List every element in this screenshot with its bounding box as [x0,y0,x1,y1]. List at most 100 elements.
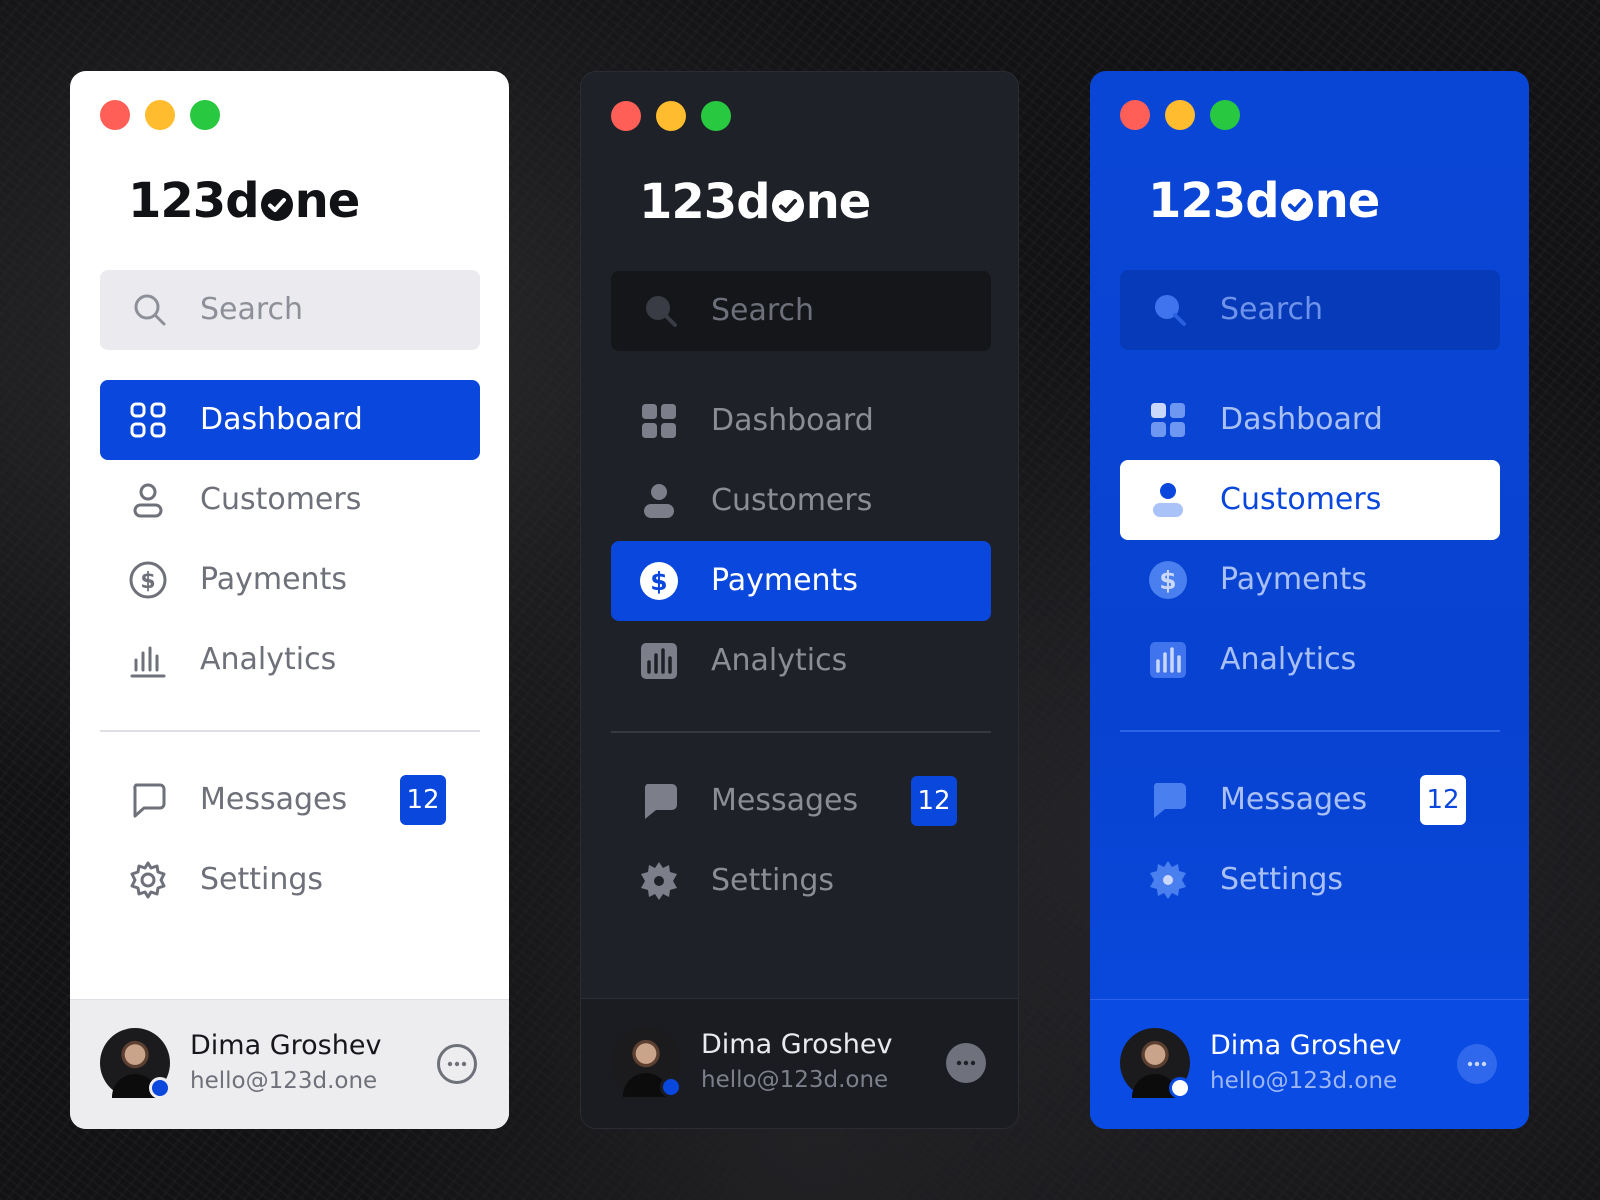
nav-label: Dashboard [711,403,874,438]
logo-check-icon [260,189,293,221]
nav-label: Analytics [711,643,848,678]
nav-item-settings[interactable]: Settings [1120,840,1500,920]
nav-item-analytics[interactable]: Analytics [100,620,480,700]
nav-label: Messages [200,782,348,817]
svg-text:$: $ [650,567,667,596]
nav-label: Customers [1220,482,1382,517]
dashboard-icon [1151,403,1185,437]
more-icon [447,1061,467,1067]
window-controls [1120,100,1240,130]
logo-prefix: 123d [1148,173,1280,229]
more-options-button[interactable] [437,1044,477,1084]
nav-item-payments[interactable]: $ Payments [611,541,991,621]
messages-icon [133,783,166,818]
more-options-button[interactable] [946,1043,986,1083]
minimize-window-button[interactable] [145,100,175,130]
close-window-button[interactable] [100,100,130,130]
sidebar-light: 123d ne Search Dashboard Customers $ Pay… [70,71,509,1129]
nav-item-dashboard[interactable]: Dashboard [100,380,480,460]
payments-icon: $ [1149,561,1187,599]
messages-icon [1153,783,1186,818]
dashboard-icon [130,402,166,438]
nav-item-payments[interactable]: $ Payments [100,540,480,620]
logo-prefix: 123d [639,174,771,230]
window-controls [611,101,731,131]
nav-label: Settings [711,863,835,898]
nav-label: Payments [1220,562,1367,597]
nav-item-customers[interactable]: Customers [100,460,480,540]
search-placeholder: Search [1220,292,1324,327]
nav-item-dashboard[interactable]: Dashboard [611,381,991,461]
nav-item-analytics[interactable]: Analytics [1120,620,1500,700]
nav-item-payments[interactable]: $ Payments [1120,540,1500,620]
nav-item-customers[interactable]: Customers [1120,460,1500,540]
online-status-dot [660,1076,682,1098]
user-email: hello@123d.one [1210,1068,1398,1094]
user-footer: Dima Groshev hello@123d.one [1090,999,1529,1129]
nav-label: Dashboard [1220,402,1383,437]
nav-item-customers[interactable]: Customers [611,461,991,541]
analytics-icon [641,643,677,679]
settings-icon [641,862,677,900]
more-icon [956,1060,976,1066]
customers-icon [1153,483,1183,517]
user-email: hello@123d.one [701,1067,889,1093]
nav-label: Messages [1220,782,1368,817]
customers-icon [644,484,674,518]
nav-item-dashboard[interactable]: Dashboard [1120,380,1500,460]
nav-label: Payments [711,563,858,598]
logo-suffix: ne [1314,173,1381,229]
svg-text:$: $ [140,569,155,594]
logo-suffix: ne [294,173,361,229]
minimize-window-button[interactable] [656,101,686,131]
nav-label: Settings [1220,862,1344,897]
user-name: Dima Groshev [1210,1030,1402,1061]
messages-count-badge: 12 [400,775,446,825]
more-options-button[interactable] [1457,1044,1497,1084]
online-status-dot [1169,1077,1191,1099]
online-status-dot [149,1077,171,1099]
more-icon [1467,1061,1487,1067]
avatar[interactable] [1120,1028,1191,1099]
nav-label: Settings [200,862,324,897]
nav-label: Messages [711,783,859,818]
messages-icon [644,784,677,819]
maximize-window-button[interactable] [701,101,731,131]
logo-suffix: ne [805,174,872,230]
avatar[interactable] [100,1028,171,1099]
maximize-window-button[interactable] [190,100,220,130]
user-email: hello@123d.one [190,1068,378,1094]
nav-label: Customers [200,482,362,517]
avatar[interactable] [611,1027,682,1098]
minimize-window-button[interactable] [1165,100,1195,130]
search-input[interactable]: Search [611,271,991,351]
search-placeholder: Search [200,292,304,327]
analytics-icon [1150,642,1186,678]
search-icon [1155,295,1186,326]
search-input[interactable]: Search [100,270,480,350]
search-input[interactable]: Search [1120,270,1500,350]
nav-item-settings[interactable]: Settings [611,841,991,921]
close-window-button[interactable] [611,101,641,131]
nav-item-messages[interactable]: Messages 12 [100,760,480,840]
user-footer: Dima Groshev hello@123d.one [70,999,509,1129]
nav-item-analytics[interactable]: Analytics [611,621,991,701]
nav-item-messages[interactable]: Messages 12 [611,761,991,841]
maximize-window-button[interactable] [1210,100,1240,130]
app-logo: 123d ne [128,173,361,229]
window-controls [100,100,220,130]
close-window-button[interactable] [1120,100,1150,130]
nav-label: Dashboard [200,402,363,437]
settings-icon [130,861,166,899]
dashboard-icon [642,404,676,438]
nav-label: Payments [200,562,347,597]
logo-check-icon [771,190,804,222]
sidebar-dark: 123d ne Search Dashboard Customers $ Pay… [580,71,1019,1129]
payments-icon: $ [129,561,167,599]
payments-icon: $ [640,562,678,600]
nav-item-settings[interactable]: Settings [100,840,480,920]
nav-item-messages[interactable]: Messages 12 [1120,760,1500,840]
customers-icon [133,483,163,518]
nav-divider [611,731,991,733]
app-logo: 123d ne [1148,173,1381,229]
